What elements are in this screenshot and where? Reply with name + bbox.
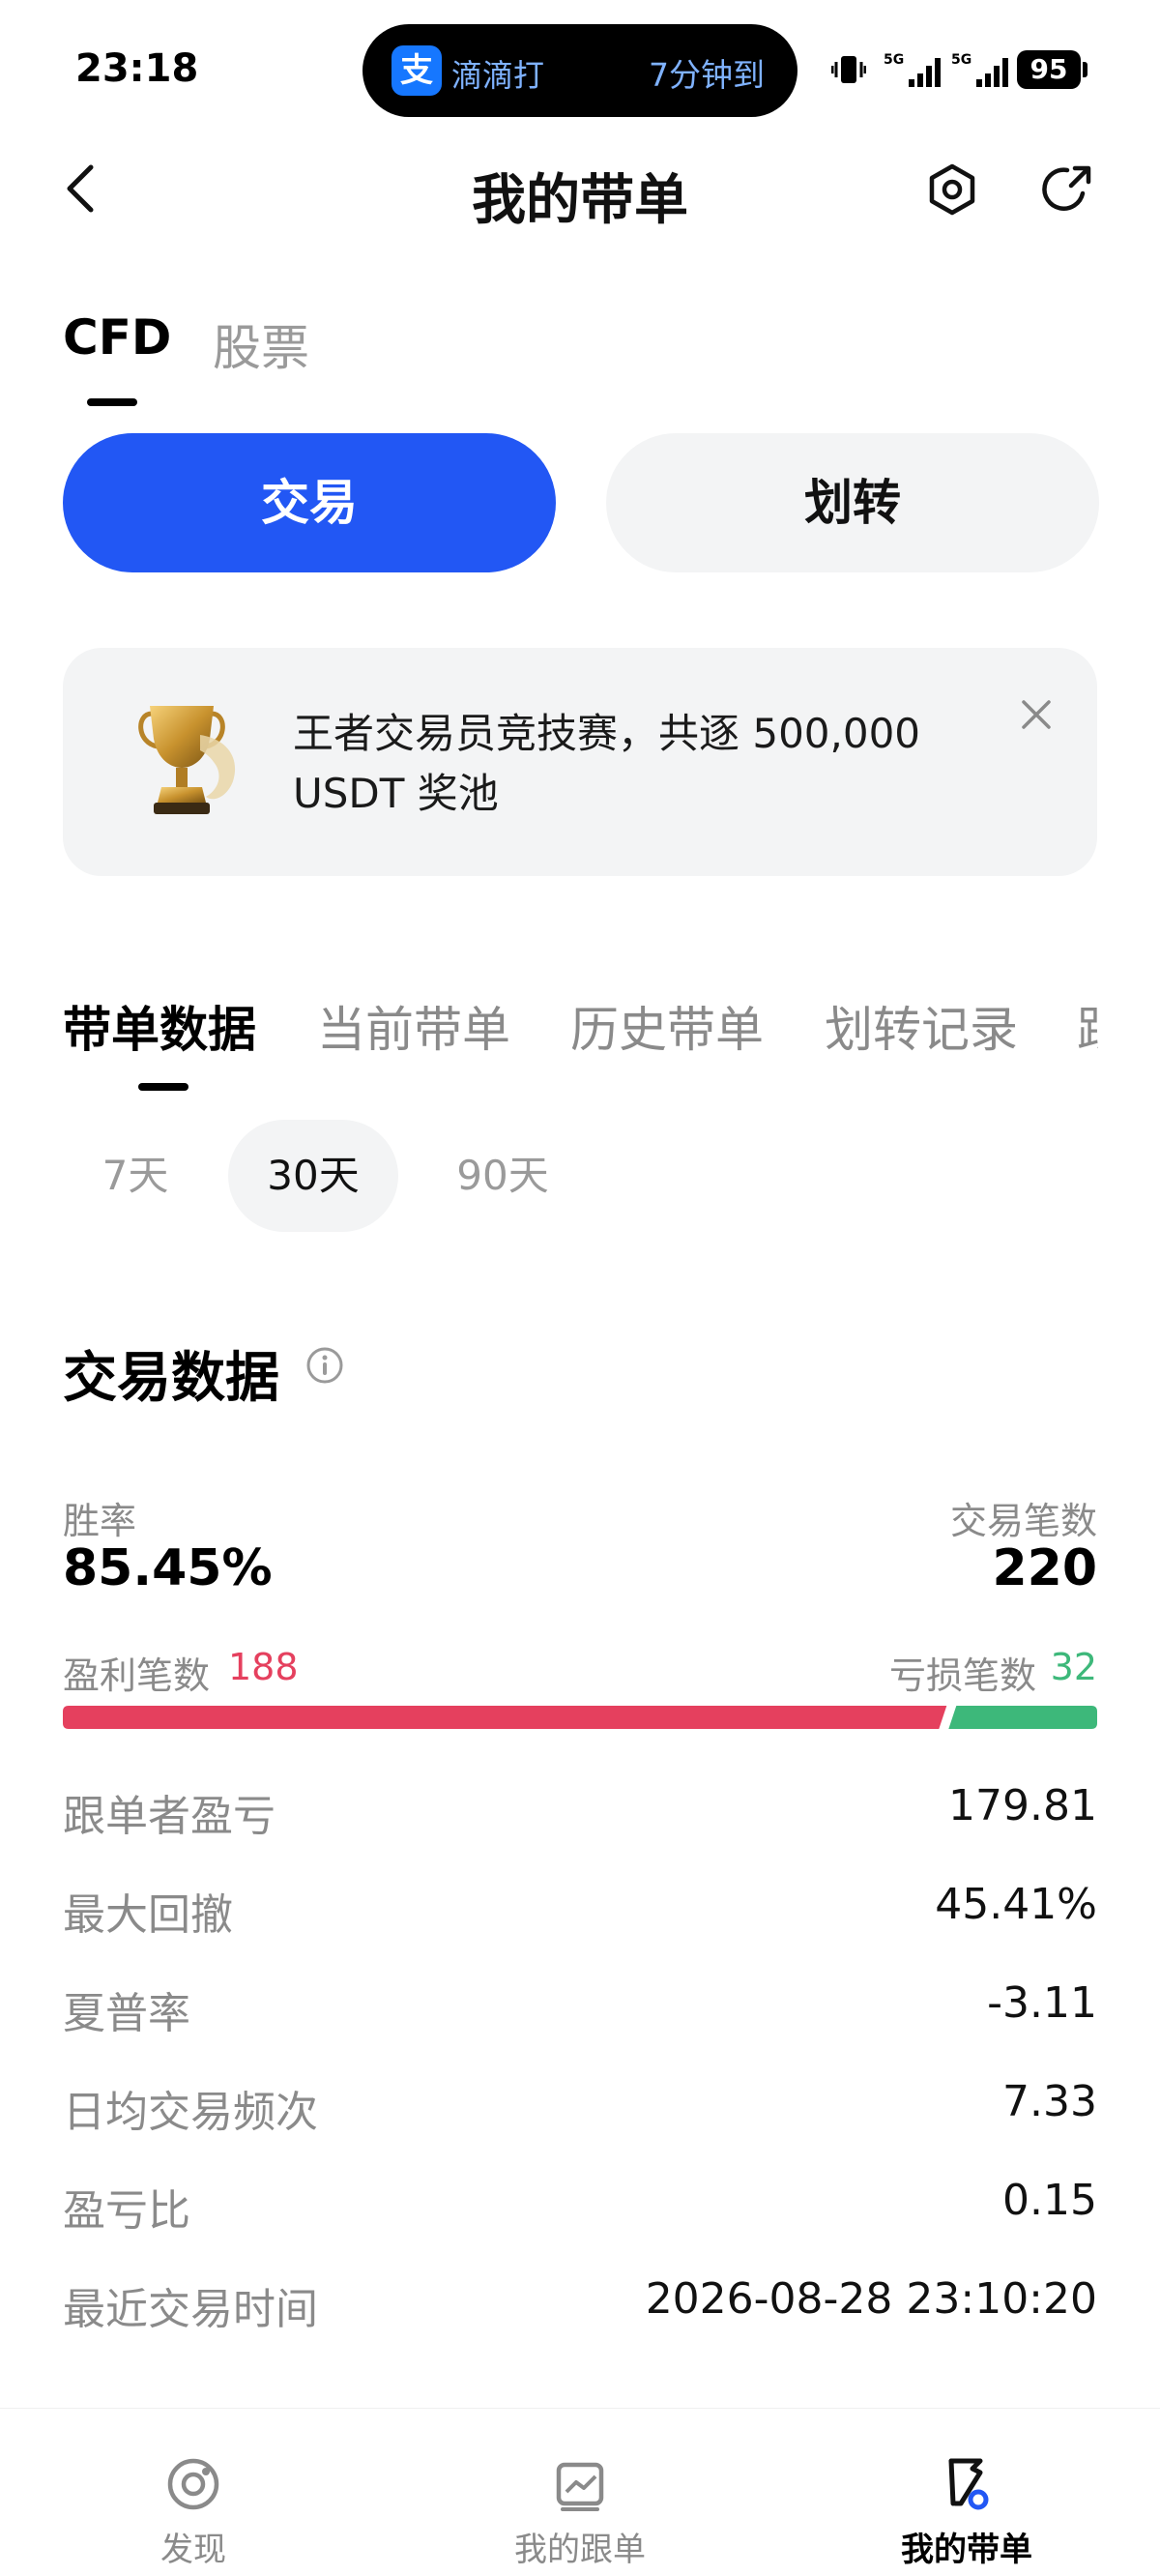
stat-label: 盈亏比 (63, 2186, 190, 2236)
copy-trade-icon (556, 2462, 604, 2511)
tab-lead-data[interactable]: 带单数据 (63, 991, 256, 1061)
alipay-app-icon: 支 (392, 45, 442, 96)
stat-label: 跟单者盈亏 (63, 1792, 276, 1841)
win-loss-bar (63, 1706, 1097, 1729)
battery-cap (1083, 62, 1088, 77)
stat-row-pnl-ratio: 盈亏比 0.15 (63, 2176, 1097, 2236)
tab-indicator (87, 398, 137, 406)
share-icon[interactable] (1038, 161, 1096, 219)
nav-label: 我的带单 (901, 2531, 1032, 2569)
transfer-button[interactable]: 划转 (606, 433, 1099, 572)
battery-indicator: 95 (1017, 50, 1081, 89)
nav-my-lead-trades[interactable]: 我的带单 (773, 2409, 1160, 2576)
close-icon[interactable] (1012, 690, 1060, 739)
stat-label: 日均交易频次 (63, 2088, 318, 2137)
stat-label: 最大回撤 (63, 1890, 233, 1940)
profit-count-value: 188 (228, 1646, 299, 1688)
tab-transfer-records[interactable]: 划转记录 (825, 991, 1018, 1061)
loss-count-label: 亏损笔数 (889, 1654, 1037, 1697)
period-90d[interactable]: 90天 (418, 1120, 588, 1232)
settings-icon[interactable] (923, 161, 981, 219)
stat-row-sharpe: 夏普率 -3.11 (63, 1978, 1097, 2038)
banner-text: 王者交易员竞技赛，共逐 500,000 USDT 奖池 (293, 710, 921, 817)
tab-follower[interactable]: 跟 (1077, 991, 1098, 1061)
lead-trade-icon (948, 2458, 989, 2510)
svg-text:5G: 5G (884, 52, 904, 68)
stat-label: 夏普率 (63, 1989, 190, 2038)
tab-history-leads[interactable]: 历史带单 (570, 991, 764, 1061)
stat-value: 0.15 (1002, 2176, 1097, 2225)
tab-current-leads[interactable]: 当前带单 (317, 991, 510, 1061)
signal-5g-icon: 5G (951, 52, 1008, 87)
stat-value: 45.41% (935, 1880, 1097, 1929)
live-activity[interactable]: 支 滴滴打 7分钟到 (362, 24, 798, 117)
app-header: 我的带单 (0, 135, 1160, 242)
win-rate-label: 胜率 (63, 1500, 137, 1542)
stat-value: 2026-08-28 23:10:20 (645, 2274, 1097, 2324)
trade-count-value: 220 (992, 1539, 1097, 1597)
stat-row-follower-pnl: 跟单者盈亏 179.81 (63, 1781, 1097, 1841)
status-time: 23:18 (75, 46, 199, 91)
bottom-nav: 发现 我的跟单 我的带单 (0, 2408, 1160, 2576)
tab-cfd[interactable]: CFD (63, 309, 171, 366)
loss-bar-segment (948, 1706, 1097, 1729)
stat-value: 179.81 (948, 1781, 1097, 1830)
stat-row-last-trade-time: 最近交易时间 2026-08-28 23:10:20 (63, 2274, 1097, 2334)
stat-label: 最近交易时间 (63, 2285, 318, 2334)
live-activity-left-text: 滴滴打 (451, 57, 545, 94)
discover-icon (167, 2458, 219, 2510)
trade-count-label: 交易笔数 (949, 1500, 1097, 1542)
profit-bar-segment (63, 1706, 947, 1729)
stat-row-daily-frequency: 日均交易频次 7.33 (63, 2077, 1097, 2137)
trade-button[interactable]: 交易 (63, 433, 556, 572)
page-title: 我的带单 (472, 169, 688, 232)
status-bar: 23:18 支 滴滴打 7分钟到 5G 5G 95 (0, 0, 1160, 135)
tab-stocks[interactable]: 股票 (213, 309, 309, 379)
live-activity-right-text: 7分钟到 (649, 56, 765, 94)
section-title: 交易数据 (63, 1347, 279, 1410)
loss-count-value: 32 (1050, 1646, 1097, 1688)
period-30d[interactable]: 30天 (228, 1120, 398, 1232)
svg-text:5G: 5G (951, 52, 972, 68)
vibrate-icon (831, 56, 866, 83)
stat-value: -3.11 (987, 1978, 1097, 2028)
promo-banner[interactable]: 王者交易员竞技赛，共逐 500,000 USDT 奖池 (63, 648, 1097, 876)
stat-value: 7.33 (1002, 2077, 1097, 2126)
nav-label: 我的跟单 (514, 2531, 646, 2569)
signal-5g-icon: 5G (884, 52, 941, 87)
nav-discover[interactable]: 发现 (0, 2409, 387, 2576)
section-tab-indicator (138, 1083, 188, 1091)
period-7d[interactable]: 7天 (50, 1120, 220, 1232)
nav-my-copy-trades[interactable]: 我的跟单 (387, 2409, 773, 2576)
nav-label: 发现 (160, 2531, 226, 2569)
profit-count-label: 盈利笔数 (63, 1654, 211, 1697)
trophy-icon (138, 706, 236, 814)
info-icon[interactable] (305, 1346, 344, 1385)
stat-row-max-drawdown: 最大回撤 45.41% (63, 1880, 1097, 1940)
win-rate-value: 85.45% (63, 1539, 273, 1597)
